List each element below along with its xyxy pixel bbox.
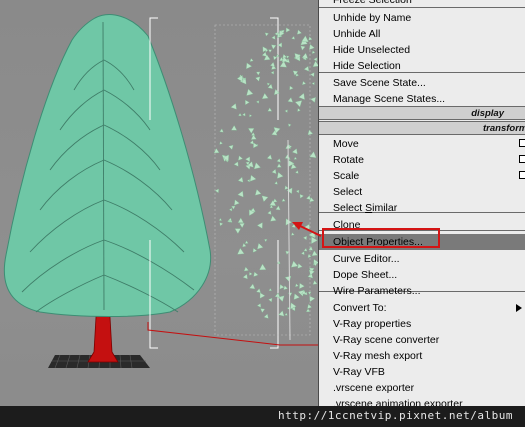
menu-item-label: Unhide by Name bbox=[333, 12, 412, 24]
menu-item-label: Hide Unselected bbox=[333, 44, 411, 56]
menu-item-select-similar[interactable]: Select Similar bbox=[319, 200, 525, 216]
menu-item-vray-mesh-export[interactable]: V-Ray mesh export bbox=[319, 348, 525, 364]
menu-item-wire-parameters[interactable]: Wire Parameters... bbox=[319, 283, 525, 299]
menu-item-label: Clone bbox=[333, 219, 361, 231]
menu-item-label: V-Ray VFB bbox=[333, 366, 385, 378]
menu-item-hide-selection[interactable]: Hide Selection bbox=[319, 58, 525, 74]
red-bounding-line bbox=[147, 322, 320, 346]
settings-box-icon[interactable] bbox=[519, 171, 525, 179]
menu-item-select[interactable]: Select bbox=[319, 184, 525, 200]
menu-item-label: Wire Parameters... bbox=[333, 285, 421, 297]
menu-item-label: Manage Scene States... bbox=[333, 93, 446, 105]
menu-header-display: display bbox=[319, 106, 525, 120]
menu-item-label: Hide Selection bbox=[333, 60, 401, 72]
menu-item-freeze[interactable]: Freeze Selection bbox=[319, 0, 525, 8]
submenu-arrow-icon bbox=[516, 304, 522, 312]
settings-box-icon[interactable] bbox=[519, 155, 525, 163]
menu-item-label: Convert To: bbox=[333, 302, 387, 314]
menu-item-label: Scale bbox=[333, 170, 360, 182]
menu-item-label: Rotate bbox=[333, 154, 364, 166]
scattered-leaves bbox=[213, 27, 320, 319]
menu-item-hide-unselected[interactable]: Hide Unselected bbox=[319, 42, 525, 58]
menu-item-label: V-Ray scene converter bbox=[333, 334, 440, 346]
menu-item-label: Curve Editor... bbox=[333, 253, 400, 265]
menu-item-label: .vrscene exporter bbox=[333, 382, 415, 394]
menu-item-label: Select Similar bbox=[333, 202, 398, 214]
menu-item-vrscene-exporter[interactable]: .vrscene exporter bbox=[319, 380, 525, 396]
menu-item-object-properties[interactable]: Object Properties... bbox=[319, 234, 525, 250]
menu-item-label: Move bbox=[333, 138, 359, 150]
menu-item-vray-properties[interactable]: V-Ray properties bbox=[319, 316, 525, 332]
menu-item-save-scene-state[interactable]: Save Scene State... bbox=[319, 75, 525, 91]
menu-item-label: Dope Sheet... bbox=[333, 269, 398, 281]
settings-box-icon[interactable] bbox=[519, 139, 525, 147]
menu-item-manage-scene-states[interactable]: Manage Scene States... bbox=[319, 91, 525, 107]
menu-item-unhide-all[interactable]: Unhide All bbox=[319, 26, 525, 42]
menu-item-label: Object Properties... bbox=[333, 236, 423, 248]
menu-item-label: Select bbox=[333, 186, 363, 198]
red-arrow-icon bbox=[292, 222, 322, 237]
menu-item-curve-editor[interactable]: Curve Editor... bbox=[319, 251, 525, 267]
menu-item-rotate[interactable]: Rotate bbox=[319, 152, 525, 168]
menu-item-label: Unhide All bbox=[333, 28, 381, 40]
watermark-text: http://1ccnetvip.pixnet.net/album bbox=[277, 409, 513, 422]
menu-item-label: Freeze Selection bbox=[333, 0, 412, 6]
menu-item-vray-vfb[interactable]: V-Ray VFB bbox=[319, 364, 525, 380]
menu-item-label: V-Ray properties bbox=[333, 318, 412, 330]
menu-item-clone[interactable]: Clone bbox=[319, 217, 525, 233]
menu-item-label: V-Ray mesh export bbox=[333, 350, 423, 362]
quad-menu: display transform Freeze Selection Unhide b… bbox=[318, 0, 525, 410]
menu-item-dope-sheet[interactable]: Dope Sheet... bbox=[319, 267, 525, 283]
menu-item-move[interactable]: Move bbox=[319, 136, 525, 152]
menu-header-transform: transform bbox=[319, 121, 525, 135]
menu-item-label: Save Scene State... bbox=[333, 77, 426, 89]
menu-item-vray-scene-converter[interactable]: V-Ray scene converter bbox=[319, 332, 525, 348]
menu-item-convert-to[interactable]: Convert To: bbox=[319, 300, 525, 316]
watermark-bar: http://1ccnetvip.pixnet.net/album bbox=[0, 406, 525, 427]
tree-foliage bbox=[3, 14, 212, 317]
menu-item-unhide-by-name[interactable]: Unhide by Name bbox=[319, 10, 525, 26]
menu-item-scale[interactable]: Scale bbox=[319, 168, 525, 184]
small-tree-trunk bbox=[287, 139, 291, 341]
